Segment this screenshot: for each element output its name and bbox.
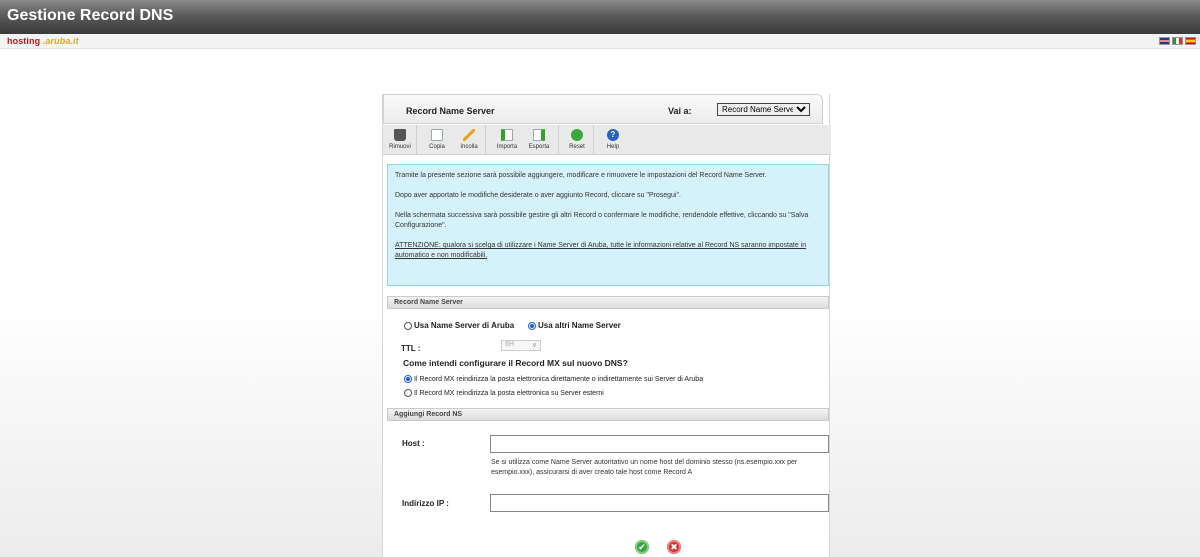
ns-option-other[interactable]: Usa altri Name Server — [528, 321, 621, 330]
radio-mx-external[interactable] — [404, 389, 412, 397]
hosting-aruba-logo[interactable]: hosting .aruba.it — [7, 36, 79, 46]
confirm-button[interactable]: ✔ — [635, 540, 649, 554]
panel-title: Record Name Server — [406, 106, 495, 116]
ip-input[interactable] — [490, 494, 829, 512]
cancel-button[interactable]: ✖ — [667, 540, 681, 554]
ip-label: Indirizzo IP : — [402, 499, 449, 508]
chevron-down-icon: ∨ — [531, 342, 537, 349]
section-header-name-server: Record Name Server — [387, 296, 829, 309]
toolbar: Rimuovi Copia Incolla Importa Esporta Re… — [383, 125, 831, 155]
it-flag-icon[interactable] — [1172, 37, 1183, 45]
logo-brand: .aruba.it — [42, 36, 79, 46]
goto-select[interactable]: Record Name Server — [717, 103, 810, 116]
panel-header: Record Name Server Vai a: Record Name Se… — [383, 94, 823, 124]
mx-option-aruba-label: Il Record MX reindirizza la posta elettr… — [414, 375, 704, 383]
help-label: Help — [606, 144, 620, 150]
dns-panel: Record Name Server Vai a: Record Name Se… — [382, 94, 831, 557]
language-selector — [1159, 37, 1196, 45]
brand-bar: hosting .aruba.it — [0, 34, 1200, 49]
radio-other-ns[interactable] — [528, 321, 536, 330]
host-input[interactable] — [490, 435, 829, 453]
info-paragraph-2: Dopo aver apportato le modifiche desider… — [395, 192, 681, 199]
mx-question: Come intendi configurare il Record MX su… — [403, 358, 628, 368]
es-flag-icon[interactable] — [1185, 37, 1196, 45]
toolbar-divider — [561, 125, 594, 155]
copy-label: Copia — [429, 144, 445, 150]
mx-option-aruba[interactable]: Il Record MX reindirizza la posta elettr… — [404, 375, 703, 383]
import-icon — [501, 129, 513, 141]
info-box: Tramite la presente sezione sarà possibi… — [387, 164, 829, 286]
title-bar: Gestione Record DNS — [0, 0, 1200, 34]
section-header-add-ns: Aggiungi Record NS — [387, 408, 829, 421]
copy-button[interactable]: Copia — [421, 125, 453, 155]
toolbar-divider — [523, 125, 559, 155]
toolbar-divider — [384, 125, 417, 155]
goto-label: Vai a: — [668, 106, 692, 116]
info-warning: ATTENZIONE: qualora si scelga di utilizz… — [395, 242, 807, 259]
ns-option-other-label: Usa altri Name Server — [538, 321, 621, 330]
host-hint: Se si utilizza come Name Server autorita… — [491, 459, 798, 476]
ns-option-aruba-label: Usa Name Server di Aruba — [414, 321, 515, 330]
copy-icon — [431, 129, 443, 141]
app-title: Gestione Record DNS — [7, 7, 174, 24]
radio-aruba-ns[interactable] — [404, 321, 412, 330]
info-paragraph-3: Nella schermata successiva sarà possibil… — [395, 212, 809, 229]
help-button[interactable]: ? Help — [597, 125, 629, 155]
mx-option-external[interactable]: Il Record MX reindirizza la posta elettr… — [404, 389, 604, 397]
info-paragraph-1: Tramite la presente sezione sarà possibi… — [395, 172, 767, 179]
ttl-label: TTL : — [401, 344, 421, 353]
toolbar-divider — [453, 125, 486, 155]
host-label: Host : — [402, 439, 425, 448]
ttl-select[interactable]: 6H ∨ — [501, 340, 541, 351]
ns-option-aruba[interactable]: Usa Name Server di Aruba — [404, 321, 514, 330]
radio-mx-aruba[interactable] — [404, 375, 412, 383]
logo-prefix: hosting — [7, 36, 41, 46]
import-button[interactable]: Importa — [491, 125, 523, 155]
ttl-value: 6H — [505, 341, 514, 348]
mx-option-external-label: Il Record MX reindirizza la posta elettr… — [414, 389, 604, 397]
help-icon: ? — [607, 129, 619, 141]
uk-flag-icon[interactable] — [1159, 37, 1170, 45]
import-label: Importa — [496, 144, 518, 150]
